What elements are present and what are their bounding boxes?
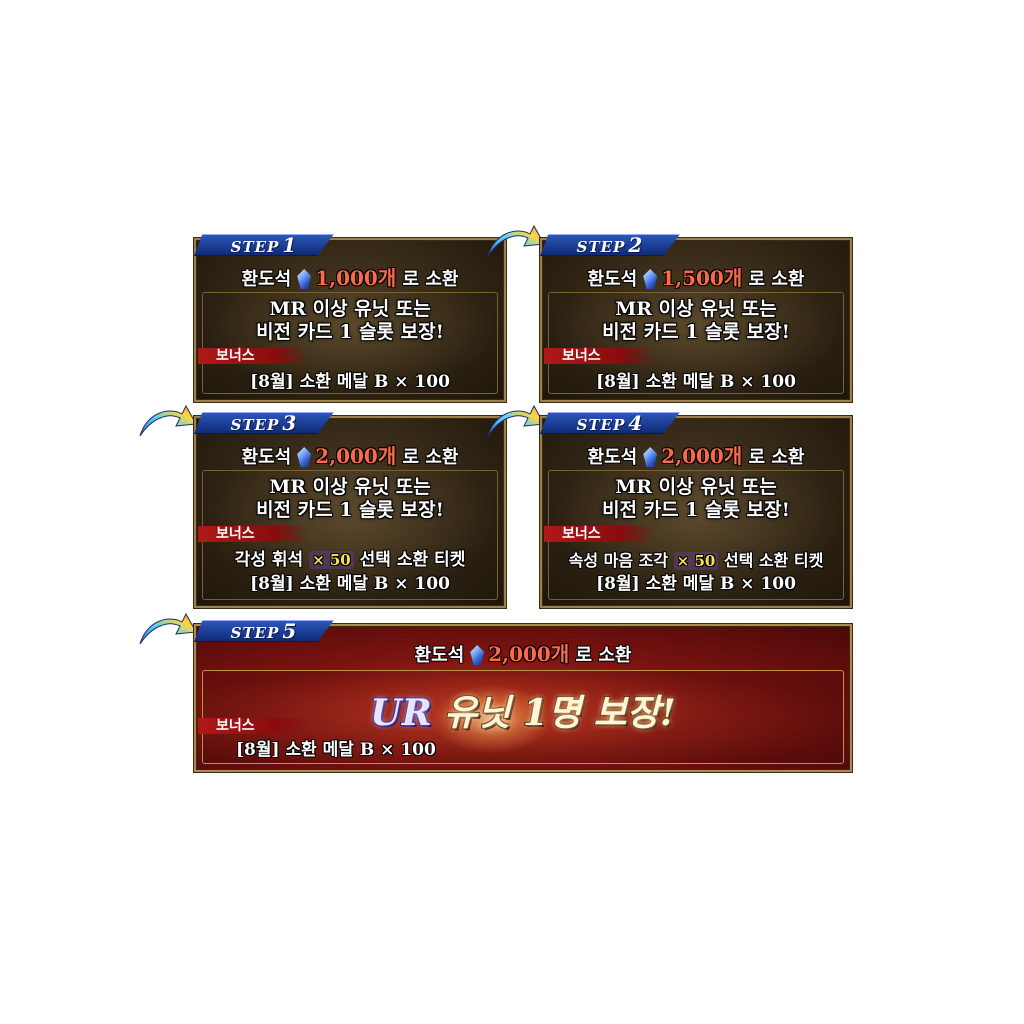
bonus-reward: [8월] 소환 메달 B × 100 xyxy=(596,574,796,594)
step-2-cost: 환도석 1,500개 로 소환 xyxy=(542,262,850,291)
step-3-guarantee: MR 이상 유닛 또는 비전 카드 1 슬롯 보장! xyxy=(196,476,504,522)
step-2-tab: STEP 2 xyxy=(540,234,680,256)
guarantee-line-1: MR 이상 유닛 또는 xyxy=(615,298,777,320)
guarantee-line-2: 비전 카드 1 슬롯 보장! xyxy=(602,321,790,343)
bonus-item-type: 선택 소환 티켓 xyxy=(723,551,824,570)
curved-arrow-icon xyxy=(487,224,545,257)
step-5-panel: STEP 5 환도석 2,000개 로 소환 UR 유닛 1명 보장! 보너스 [8… xyxy=(194,620,852,772)
cost-amount: 2,000개 xyxy=(488,642,570,666)
bonus-reward: [8월] 소환 메달 B × 100 xyxy=(236,740,436,760)
guarantee-line-1: MR 이상 유닛 또는 xyxy=(269,476,431,498)
cost-amount: 2,000개 xyxy=(315,444,397,468)
bonus-multiplier: × 50 xyxy=(673,552,719,570)
curved-arrow-icon xyxy=(487,404,545,437)
step-1-tab: STEP 1 xyxy=(194,234,334,256)
step-4-guarantee: MR 이상 유닛 또는 비전 카드 1 슬롯 보장! xyxy=(542,476,850,522)
cost-currency-name: 환도석 xyxy=(414,645,465,666)
guarantee-line-1: MR 이상 유닛 또는 xyxy=(615,476,777,498)
step-2-guarantee: MR 이상 유닛 또는 비전 카드 1 슬롯 보장! xyxy=(542,298,850,344)
bonus-tag: 보너스 xyxy=(198,348,308,364)
curved-arrow-icon xyxy=(139,404,197,437)
step-4-cost: 환도석 2,000개 로 소환 xyxy=(542,440,850,469)
bonus-tag: 보너스 xyxy=(198,718,308,734)
crystal-gem-icon xyxy=(643,447,658,467)
cost-currency-name: 환도석 xyxy=(587,269,638,290)
bonus-tag: 보너스 xyxy=(198,526,308,542)
step-1-panel: STEP 1 환도석 1,000개 로 소환 MR 이상 유닛 또는 비전 카드 1… xyxy=(194,234,506,402)
cost-amount: 1,000개 xyxy=(315,266,397,290)
step-1-cost: 환도석 1,000개 로 소환 xyxy=(196,262,504,291)
crystal-gem-icon xyxy=(297,269,312,289)
cost-suffix: 로 소환 xyxy=(575,645,632,666)
cost-suffix: 로 소환 xyxy=(402,447,459,468)
bonus-ticket: 각성 휘석 × 50 선택 소환 티켓 xyxy=(196,550,504,571)
cost-suffix: 로 소환 xyxy=(402,269,459,290)
bonus-item-name: 속성 마음 조각 xyxy=(568,551,669,570)
bonus-tag: 보너스 xyxy=(544,526,654,542)
step-label: STEP xyxy=(576,416,626,434)
guarantee-line-1: MR 이상 유닛 또는 xyxy=(269,298,431,320)
bonus-reward: [8월] 소환 메달 B × 100 xyxy=(250,574,450,594)
bonus-ticket: 속성 마음 조각 × 50 선택 소환 티켓 xyxy=(542,550,850,572)
step-number: 1 xyxy=(282,233,298,257)
step-number: 3 xyxy=(282,411,298,435)
step-3-cost: 환도석 2,000개 로 소환 xyxy=(196,440,504,469)
crystal-gem-icon xyxy=(643,269,658,289)
ur-rarity: UR xyxy=(370,692,432,734)
bonus-reward: [8월] 소환 메달 B × 100 xyxy=(250,372,450,392)
step-5-cost: 환도석 2,000개 로 소환 xyxy=(196,638,850,667)
step-2-panel: STEP 2 환도석 1,500개 로 소환 MR 이상 유닛 또는 비전 카드 1… xyxy=(540,234,852,402)
ur-guarantee-text: 유닛 1명 보장! xyxy=(444,692,676,734)
step-3-tab: STEP 3 xyxy=(194,412,334,434)
step-4-tab: STEP 4 xyxy=(540,412,680,434)
step-1-guarantee: MR 이상 유닛 또는 비전 카드 1 슬롯 보장! xyxy=(196,298,504,344)
guarantee-line-2: 비전 카드 1 슬롯 보장! xyxy=(256,321,444,343)
cost-currency-name: 환도석 xyxy=(241,269,292,290)
step-label: STEP xyxy=(230,416,280,434)
bonus-multiplier: × 50 xyxy=(309,551,354,569)
curved-arrow-icon xyxy=(139,612,197,645)
cost-suffix: 로 소환 xyxy=(748,447,805,468)
step-number: 2 xyxy=(628,233,644,257)
cost-currency-name: 환도석 xyxy=(241,447,292,468)
bonus-item-name: 각성 휘석 xyxy=(234,550,304,570)
step-4-panel: STEP 4 환도석 2,000개 로 소환 MR 이상 유닛 또는 비전 카드 1… xyxy=(540,412,852,608)
guarantee-line-2: 비전 카드 1 슬롯 보장! xyxy=(602,499,790,521)
cost-currency-name: 환도석 xyxy=(587,447,638,468)
guarantee-line-2: 비전 카드 1 슬롯 보장! xyxy=(256,499,444,521)
crystal-gem-icon xyxy=(470,645,485,665)
step-3-panel: STEP 3 환도석 2,000개 로 소환 MR 이상 유닛 또는 비전 카드 1… xyxy=(194,412,506,608)
cost-suffix: 로 소환 xyxy=(748,269,805,290)
step-label: STEP xyxy=(576,238,626,256)
bonus-item-type: 선택 소환 티켓 xyxy=(359,550,466,570)
step-label: STEP xyxy=(230,238,280,256)
bonus-tag: 보너스 xyxy=(544,348,654,364)
crystal-gem-icon xyxy=(297,447,312,467)
step-number: 4 xyxy=(628,411,644,435)
cost-amount: 2,000개 xyxy=(661,444,743,468)
cost-amount: 1,500개 xyxy=(661,266,743,290)
bonus-reward: [8월] 소환 메달 B × 100 xyxy=(596,372,796,392)
